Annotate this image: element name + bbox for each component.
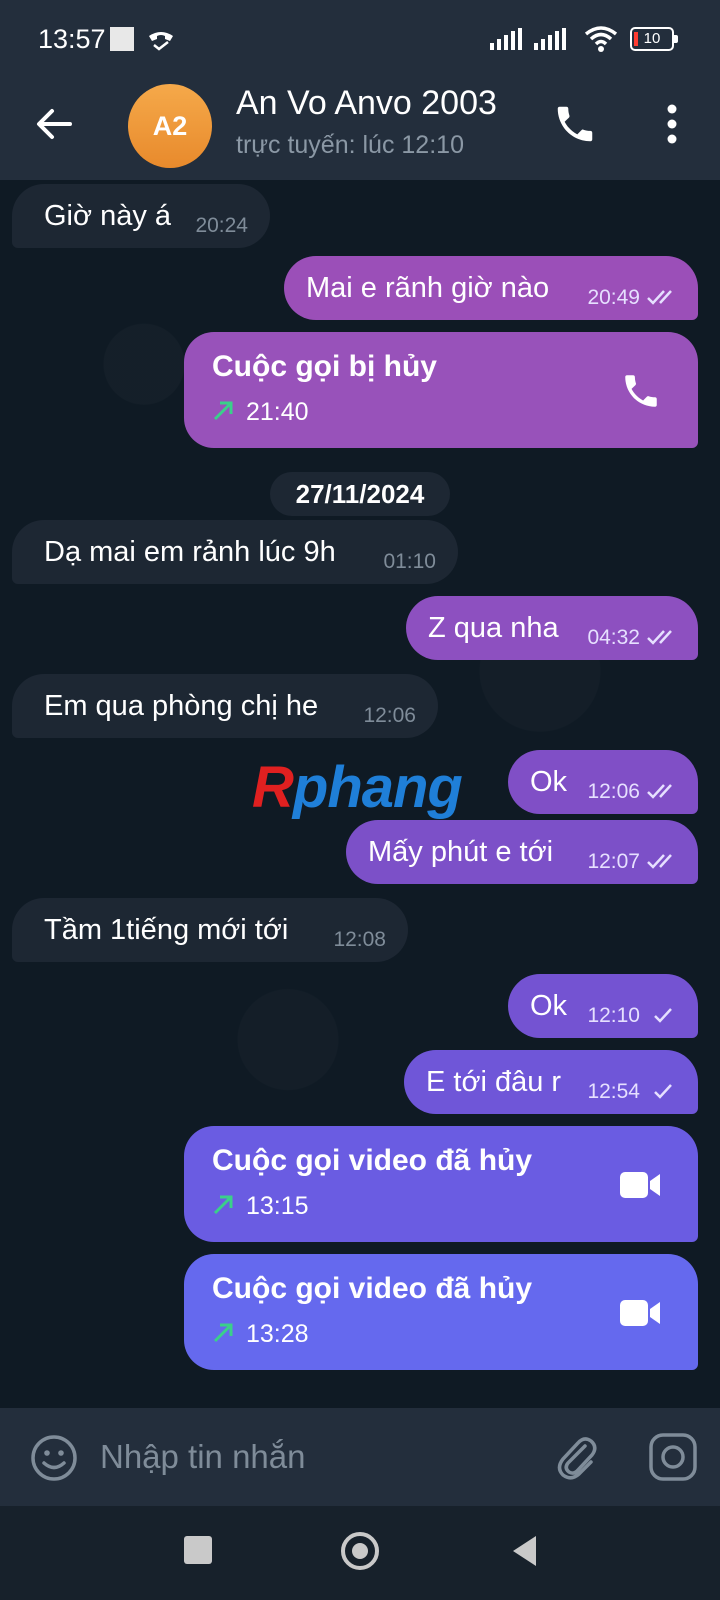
wifi-icon xyxy=(584,26,618,52)
camera-icon[interactable] xyxy=(648,1432,698,1482)
system-nav-bar xyxy=(0,1506,720,1600)
call-title: Cuộc gọi video đã hủy xyxy=(212,1272,533,1305)
signal-icon xyxy=(490,28,522,50)
message-incoming[interactable]: Dạ mai em rảnh lúc 9h 01:10 xyxy=(12,520,458,584)
message-time: 04:32 xyxy=(587,626,640,649)
date-separator: 27/11/2024 xyxy=(270,472,450,516)
battery-level: 10 xyxy=(643,30,661,47)
chat-title[interactable]: An Vo Anvo 2003 xyxy=(236,84,497,123)
single-check-icon xyxy=(654,1084,672,1099)
notification-icon xyxy=(110,27,134,51)
more-options-icon[interactable] xyxy=(650,101,694,147)
message-text: Giờ này á xyxy=(44,200,172,232)
watermark-logo: Rphang xyxy=(252,755,463,820)
status-bar: 13:57 10 xyxy=(0,0,720,76)
message-text: Tầm 1tiếng mới tới xyxy=(44,914,289,946)
call-title: Cuộc gọi bị hủy xyxy=(212,350,437,383)
recent-apps-button[interactable] xyxy=(184,1536,212,1564)
outgoing-arrow-icon xyxy=(213,1323,233,1343)
double-check-icon xyxy=(647,854,672,869)
call-card-cancelled[interactable]: Cuộc gọi bị hủy 21:40 xyxy=(184,332,698,448)
chat-status: trực tuyến: lúc 12:10 xyxy=(236,131,464,159)
message-text: E tới đâu r xyxy=(426,1066,562,1098)
back-button[interactable] xyxy=(510,1534,538,1568)
attach-icon[interactable] xyxy=(552,1432,600,1482)
message-text: Mai e rãnh giờ nào xyxy=(306,272,550,304)
double-check-icon xyxy=(647,290,672,305)
message-text: Z qua nha xyxy=(428,612,559,644)
battery-icon: 10 xyxy=(630,27,678,51)
phone-icon[interactable] xyxy=(618,370,664,412)
emoji-icon[interactable] xyxy=(30,1434,78,1482)
message-text: Ok xyxy=(530,990,568,1022)
message-incoming[interactable]: Em qua phòng chị he 12:06 xyxy=(12,674,438,738)
message-outgoing[interactable]: Ok 12:06 xyxy=(508,750,698,814)
double-check-icon xyxy=(647,630,672,645)
message-incoming[interactable]: Tầm 1tiếng mới tới 12:08 xyxy=(12,898,408,962)
call-card-video-cancelled[interactable]: Cuộc gọi video đã hủy 13:28 xyxy=(184,1254,698,1370)
message-outgoing[interactable]: Ok 12:10 xyxy=(508,974,698,1038)
call-time: 21:40 xyxy=(246,398,309,426)
phone-call-button[interactable] xyxy=(552,101,598,147)
message-time: 12:06 xyxy=(363,704,416,727)
call-card-video-cancelled[interactable]: Cuộc gọi video đã hủy 13:15 xyxy=(184,1126,698,1242)
message-text: Mấy phút e tới xyxy=(368,836,554,868)
home-button[interactable] xyxy=(341,1532,379,1570)
message-list[interactable]: Giờ này á 20:24 Mai e rãnh giờ nào 20:49… xyxy=(0,180,720,1408)
chat-header: A2 An Vo Anvo 2003 trực tuyến: lúc 12:10 xyxy=(0,76,720,180)
message-input[interactable] xyxy=(100,1432,520,1482)
video-icon[interactable] xyxy=(618,1292,664,1334)
message-time: 12:54 xyxy=(587,1080,640,1103)
message-outgoing[interactable]: Z qua nha 04:32 xyxy=(406,596,698,660)
message-time: 12:08 xyxy=(333,928,386,951)
message-time: 12:06 xyxy=(587,780,640,803)
message-outgoing[interactable]: Mai e rãnh giờ nào 20:49 xyxy=(284,256,698,320)
message-outgoing[interactable]: E tới đâu r 12:54 xyxy=(404,1050,698,1114)
message-time: 01:10 xyxy=(383,550,436,573)
video-icon[interactable] xyxy=(618,1164,664,1206)
message-time: 12:07 xyxy=(587,850,640,873)
message-incoming[interactable]: Giờ này á 20:24 xyxy=(12,184,270,248)
call-time: 13:28 xyxy=(246,1320,309,1348)
outgoing-arrow-icon xyxy=(213,1195,233,1215)
double-check-icon xyxy=(647,784,672,799)
message-text: Dạ mai em rảnh lúc 9h xyxy=(44,536,336,568)
message-outgoing[interactable]: Mấy phút e tới 12:07 xyxy=(346,820,698,884)
message-text: Ok xyxy=(530,766,568,798)
message-time: 20:49 xyxy=(587,286,640,309)
message-text: Em qua phòng chị he xyxy=(44,690,319,722)
back-arrow-icon[interactable] xyxy=(34,104,74,144)
status-time: 13:57 xyxy=(38,24,106,54)
avatar[interactable]: A2 xyxy=(128,84,212,168)
message-composer xyxy=(0,1408,720,1506)
call-title: Cuộc gọi video đã hủy xyxy=(212,1144,533,1177)
single-check-icon xyxy=(654,1008,672,1023)
missed-call-icon xyxy=(149,32,173,51)
signal-icon-2 xyxy=(534,28,566,50)
call-time: 13:15 xyxy=(246,1192,309,1220)
outgoing-arrow-icon xyxy=(213,401,233,421)
message-time: 20:24 xyxy=(195,214,248,237)
message-time: 12:10 xyxy=(587,1004,640,1027)
